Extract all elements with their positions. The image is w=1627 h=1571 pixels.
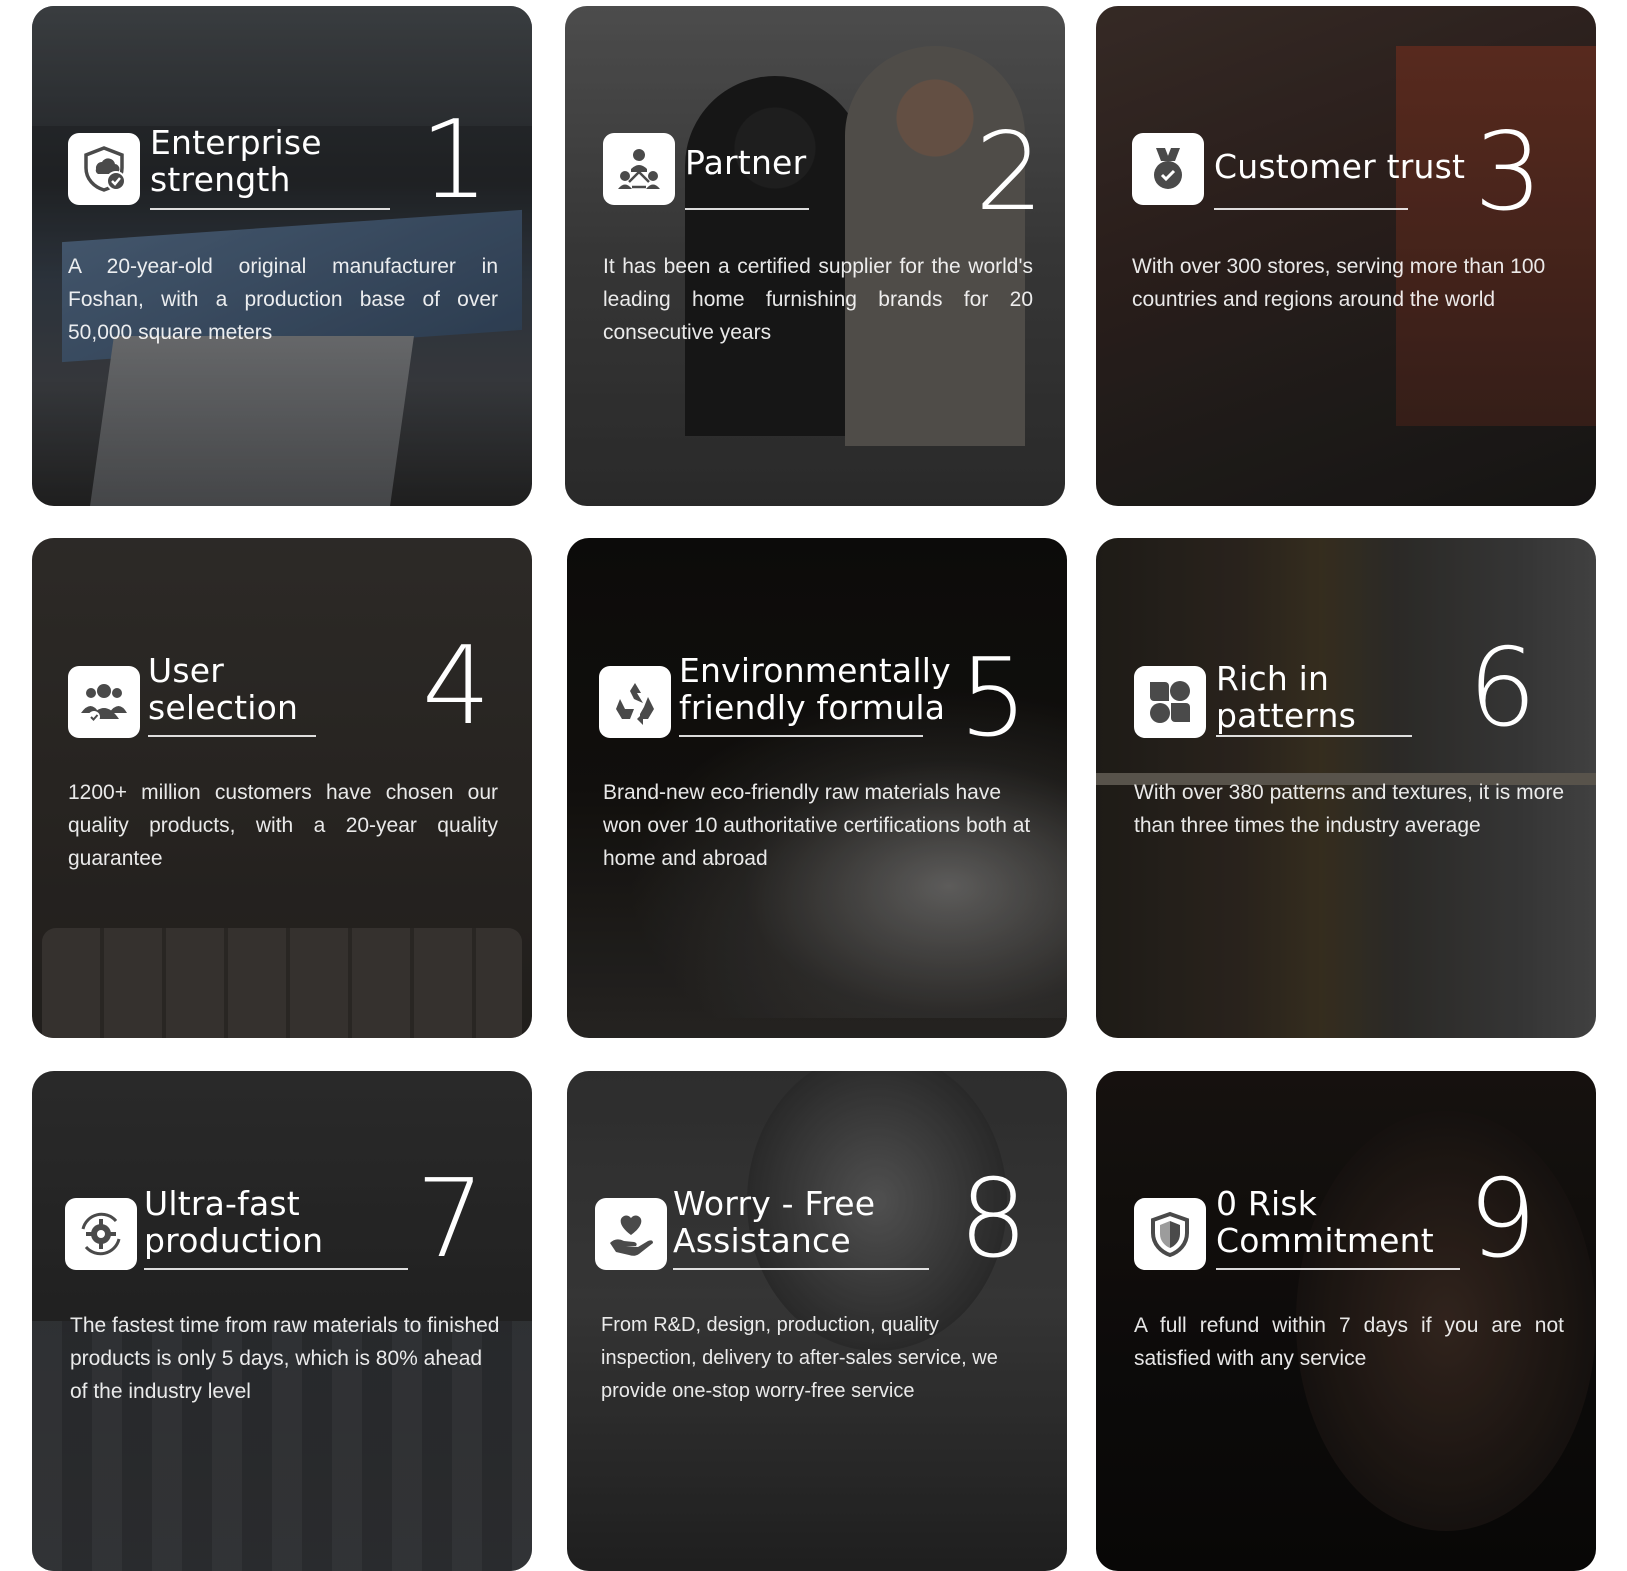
card-number: 7 <box>416 1157 485 1282</box>
card-description: With over 300 stores, serving more than … <box>1132 255 1546 311</box>
card-description: A full refund within 7 days if you are n… <box>1134 1314 1564 1370</box>
card-title: Rich in patterns <box>1216 659 1357 735</box>
card-title: Environmentally friendly formula <box>679 651 951 727</box>
heart-hand-icon <box>595 1198 667 1270</box>
network-people-icon <box>603 133 675 205</box>
card-description: A 20-year-old original manufacturer in F… <box>68 255 498 344</box>
recycle-icon <box>599 666 671 738</box>
card-number: 4 <box>422 624 491 749</box>
card-title: Enterprise strength <box>150 123 322 199</box>
card-title: Ultra-fast production <box>144 1184 324 1260</box>
card-number: 2 <box>975 110 1044 235</box>
card-description: Brand-new eco-friendly raw materials hav… <box>603 781 1031 870</box>
feature-card-2: Partner 2 It has been a certified suppli… <box>565 6 1065 506</box>
title-underline <box>1214 208 1408 210</box>
card-number: 3 <box>1474 110 1543 235</box>
card-description: 1200+ million customers have chosen our … <box>68 781 498 870</box>
card-number: 5 <box>959 636 1028 761</box>
pattern-quad-icon <box>1134 666 1206 738</box>
title-underline <box>1216 735 1412 737</box>
feature-card-6: Rich in patterns 6 With over 380 pattern… <box>1096 538 1596 1038</box>
card-title: Partner <box>685 143 807 182</box>
title-underline <box>150 208 390 210</box>
card-title: 0 Risk Commitment <box>1216 1184 1434 1260</box>
users-check-icon <box>68 666 140 738</box>
card-number: 8 <box>959 1157 1028 1282</box>
card-title: Customer trust <box>1214 147 1466 186</box>
card-title: User selection <box>148 651 299 727</box>
card-description: With over 380 patterns and textures, it … <box>1134 781 1564 837</box>
feature-card-7: Ultra-fast production 7 The fastest time… <box>32 1071 532 1571</box>
feature-card-5: Environmentally friendly formula 5 Brand… <box>567 538 1067 1038</box>
card-description: The fastest time from raw materials to f… <box>70 1314 500 1403</box>
title-underline <box>144 1268 408 1270</box>
title-underline <box>685 208 809 210</box>
card-number: 1 <box>420 98 489 223</box>
shield-upload-check-icon <box>68 133 140 205</box>
gear-cycle-icon <box>65 1198 137 1270</box>
card-number: 6 <box>1468 626 1537 751</box>
feature-card-3: Customer trust 3 With over 300 stores, s… <box>1096 6 1596 506</box>
title-underline <box>679 735 923 737</box>
title-underline <box>1216 1268 1460 1270</box>
feature-card-4: User selection 4 1200+ million customers… <box>32 538 532 1038</box>
title-underline <box>673 1268 929 1270</box>
feature-card-1: Enterprise strength 1 A 20-year-old orig… <box>32 6 532 506</box>
title-underline <box>148 735 316 737</box>
shield-icon <box>1134 1198 1206 1270</box>
card-number: 9 <box>1468 1157 1537 1282</box>
card-title: Worry - Free Assistance <box>673 1184 876 1260</box>
feature-card-9: 0 Risk Commitment 9 A full refund within… <box>1096 1071 1596 1571</box>
medal-icon <box>1132 133 1204 205</box>
feature-card-8: Worry - Free Assistance 8 From R&D, desi… <box>567 1071 1067 1571</box>
card-description: It has been a certified supplier for the… <box>603 255 1033 344</box>
card-description: From R&D, design, production, quality in… <box>601 1314 998 1402</box>
